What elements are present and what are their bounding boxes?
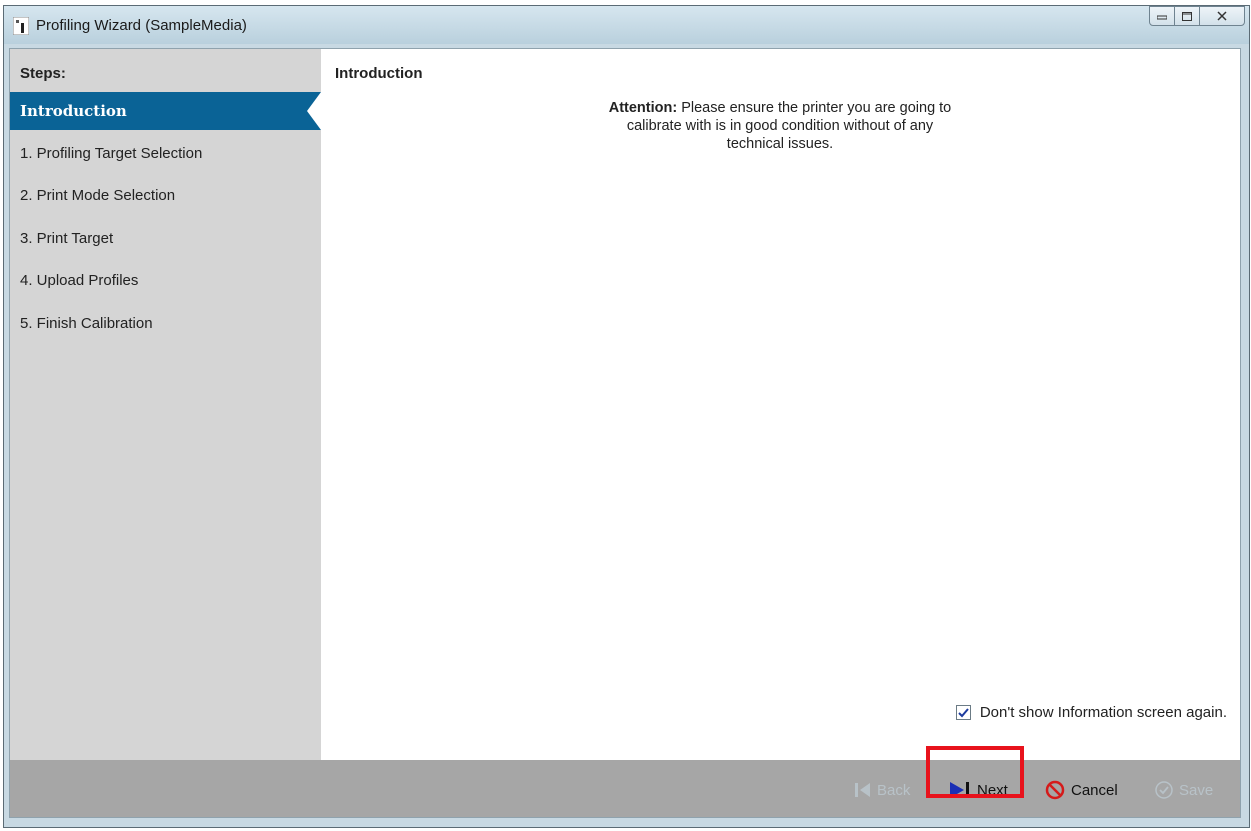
attention-message: Attention: Please ensure the printer you… xyxy=(570,99,990,153)
bottom-toolbar: Back Next Cancel Save xyxy=(10,760,1240,817)
minimize-button[interactable] xyxy=(1149,6,1175,26)
dont-show-label: Don't show Information screen again. xyxy=(979,704,1227,721)
wizard-content: Steps: Introduction 1. Profiling Target … xyxy=(9,48,1241,818)
back-label: Back xyxy=(877,781,911,799)
close-icon xyxy=(1217,11,1227,21)
attention-line-3: technical issues. xyxy=(726,136,834,152)
app-icon xyxy=(13,17,29,35)
back-button[interactable]: Back xyxy=(855,777,910,803)
step-print-mode-selection[interactable]: 2. Print Mode Selection xyxy=(10,177,321,215)
cancel-icon xyxy=(1045,780,1065,800)
save-check-icon xyxy=(1155,781,1173,799)
dont-show-option[interactable]: Don't show Information screen again. xyxy=(955,704,1227,721)
next-button[interactable]: Next xyxy=(949,777,1008,803)
save-button[interactable]: Save xyxy=(1155,777,1213,803)
step-introduction[interactable]: Introduction xyxy=(10,92,321,130)
steps-heading: Steps: xyxy=(20,65,66,82)
window-controls xyxy=(1149,6,1245,28)
attention-line-2: calibrate with is in good condition with… xyxy=(626,118,934,134)
close-button[interactable] xyxy=(1199,6,1245,26)
checkmark-icon xyxy=(958,707,969,717)
maximize-button[interactable] xyxy=(1174,6,1200,26)
back-icon xyxy=(855,783,870,797)
page-title: Introduction xyxy=(335,65,423,82)
maximize-icon xyxy=(1182,11,1192,21)
attention-label: Attention: xyxy=(608,100,678,116)
step-profiling-target-selection[interactable]: 1. Profiling Target Selection xyxy=(10,135,321,173)
step-upload-profiles[interactable]: 4. Upload Profiles xyxy=(10,262,321,300)
steps-sidebar: Steps: Introduction 1. Profiling Target … xyxy=(10,49,321,760)
next-label: Next xyxy=(977,781,1008,799)
save-label: Save xyxy=(1179,781,1214,799)
title-bar[interactable]: Profiling Wizard (SampleMedia) xyxy=(4,6,1249,44)
step-finish-calibration[interactable]: 5. Finish Calibration xyxy=(10,305,321,343)
cancel-button[interactable]: Cancel xyxy=(1045,777,1118,803)
dont-show-checkbox[interactable] xyxy=(955,705,971,720)
next-icon xyxy=(950,782,969,798)
step-print-target[interactable]: 3. Print Target xyxy=(10,220,321,258)
attention-line-1: Please ensure the printer you are going … xyxy=(677,100,952,116)
window-title: Profiling Wizard (SampleMedia) xyxy=(36,17,247,34)
cancel-label: Cancel xyxy=(1071,781,1118,799)
minimize-icon xyxy=(1157,15,1167,20)
